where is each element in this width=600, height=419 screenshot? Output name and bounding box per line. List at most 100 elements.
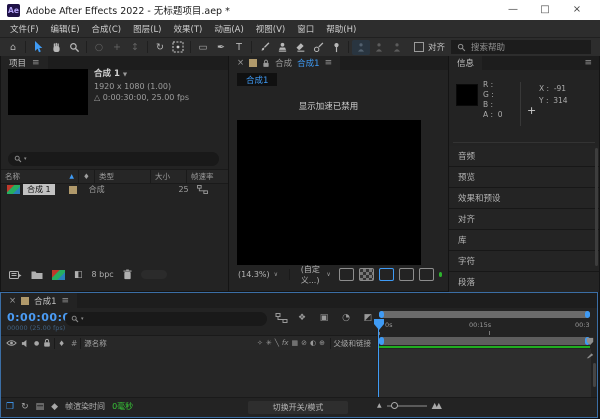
orbit-camera-tool[interactable]: ○ xyxy=(90,40,108,55)
panel-tab-paragraph[interactable]: 段落 xyxy=(449,272,599,293)
menu-item-layer[interactable]: 图层(L) xyxy=(127,23,167,35)
close-icon[interactable]: × xyxy=(9,296,16,306)
layer-number-column[interactable]: # xyxy=(71,339,77,348)
panel-menu-icon[interactable]: ≡ xyxy=(62,296,70,306)
panel-tab-effects-presets[interactable]: 效果和预设 xyxy=(449,188,599,209)
roto-brush-tool[interactable] xyxy=(309,40,327,55)
column-type[interactable]: 类型 xyxy=(94,170,150,183)
quality-switch-icon[interactable]: ╲ xyxy=(273,339,280,347)
panel-tab-libraries[interactable]: 库 xyxy=(449,230,599,251)
menu-item-help[interactable]: 帮助(H) xyxy=(320,23,362,35)
toggle-switches-modes-button[interactable]: 切换开关/模式 xyxy=(248,401,348,414)
work-area-bar[interactable] xyxy=(379,337,590,345)
pan-camera-tool[interactable]: + xyxy=(108,40,126,55)
motion-blur-switch-icon[interactable]: ⊘ xyxy=(300,339,309,347)
trash-icon[interactable] xyxy=(123,269,132,280)
label-color-swatch[interactable] xyxy=(69,186,77,194)
viewer-comp-subtab[interactable]: 合成1 xyxy=(237,73,277,86)
menu-item-composition[interactable]: 合成(C) xyxy=(86,23,128,35)
timeline-search-field[interactable]: ▾ xyxy=(65,312,267,326)
snapshot-icon[interactable] xyxy=(339,268,354,281)
zoom-tool[interactable] xyxy=(65,40,83,55)
collapse-switch-icon[interactable]: ✳ xyxy=(264,339,273,347)
close-icon[interactable]: × xyxy=(237,58,244,68)
frame-blend-global-icon[interactable]: ▤ xyxy=(36,402,45,412)
tab-info[interactable]: 信息 xyxy=(449,56,482,70)
tab-project[interactable]: 项目 ≡ xyxy=(1,56,48,70)
comp-marker-bin-icon[interactable] xyxy=(586,351,594,359)
transparency-grid-icon[interactable] xyxy=(359,268,374,281)
dolly-camera-tool[interactable]: ↕ xyxy=(126,40,144,55)
panel-tab-audio[interactable]: 音频 xyxy=(449,146,599,167)
puppet-person-tool-1[interactable] xyxy=(352,40,370,55)
work-area-start-handle[interactable] xyxy=(379,337,384,345)
snap-checkbox[interactable] xyxy=(414,42,424,52)
column-size[interactable]: 大小 xyxy=(150,170,186,183)
panel-menu-icon[interactable]: ≡ xyxy=(584,58,592,68)
label-column-icon[interactable]: ♦ xyxy=(58,339,65,348)
scrollbar[interactable] xyxy=(595,148,598,266)
interpret-footage-icon[interactable] xyxy=(9,270,22,280)
puppet-person-tool-3[interactable] xyxy=(388,40,406,55)
home-tool[interactable]: ⌂ xyxy=(4,40,22,55)
panel-tab-preview[interactable]: 预览 xyxy=(449,167,599,188)
eraser-tool[interactable] xyxy=(291,40,309,55)
panel-menu-icon[interactable]: ≡ xyxy=(325,58,333,68)
puppet-person-tool-2[interactable] xyxy=(370,40,388,55)
motion-blur-global-icon[interactable]: ◆ xyxy=(51,402,58,412)
column-name[interactable]: 名称 ▲ xyxy=(1,170,78,183)
zoom-slider-handle[interactable] xyxy=(391,402,398,409)
zoom-slider-track[interactable] xyxy=(387,405,427,407)
menu-item-animation[interactable]: 动画(A) xyxy=(208,23,249,35)
comp-shield-icon[interactable] xyxy=(586,337,594,346)
table-row[interactable]: 合成 1 合成 25 xyxy=(1,183,228,196)
type-tool[interactable]: T xyxy=(230,40,248,55)
menu-item-view[interactable]: 视图(V) xyxy=(250,23,291,35)
puppet-pin-tool[interactable] xyxy=(327,40,345,55)
shy-switch-icon[interactable]: ✧ xyxy=(255,339,264,347)
navigator-start-handle[interactable] xyxy=(379,311,384,318)
solo-icon[interactable]: ● xyxy=(34,340,39,347)
fx-switch-icon[interactable]: fx xyxy=(280,339,290,347)
column-framerate[interactable]: 帧速率 xyxy=(186,170,228,183)
zoom-in-mountains-icon[interactable]: ▲▲ xyxy=(432,401,440,410)
composition-viewport[interactable] xyxy=(237,120,421,265)
panel-tab-character[interactable]: 字符 xyxy=(449,251,599,272)
zoom-out-mountain-icon[interactable]: ▲ xyxy=(377,402,382,409)
menu-item-file[interactable]: 文件(F) xyxy=(4,23,45,35)
draft-3d-icon[interactable]: ❖ xyxy=(294,313,310,323)
minimize-button[interactable]: — xyxy=(497,0,529,20)
track-area[interactable] xyxy=(378,349,591,397)
brush-tool[interactable] xyxy=(255,40,273,55)
time-navigator-bar[interactable] xyxy=(379,311,590,318)
rotate-tool[interactable]: ↻ xyxy=(151,40,169,55)
playhead-marker[interactable] xyxy=(374,319,384,330)
resolution-dropdown[interactable]: (自定义...) ∨ xyxy=(298,268,334,281)
adjustment-switch-icon[interactable]: ◐ xyxy=(309,339,318,347)
new-composition-icon[interactable] xyxy=(52,270,65,280)
tab-timeline-comp[interactable]: × 合成1 ≡ xyxy=(1,293,77,308)
help-search-field[interactable]: 搜索帮助 xyxy=(451,40,591,54)
playhead-line[interactable] xyxy=(378,329,379,397)
auto-keyframe-icon[interactable]: ↻ xyxy=(21,402,29,412)
rectangle-tool[interactable]: ▭ xyxy=(194,40,212,55)
menu-item-effect[interactable]: 效果(T) xyxy=(168,23,209,35)
mini-flowchart-icon[interactable] xyxy=(275,313,288,323)
pan-behind-tool[interactable] xyxy=(169,40,187,55)
project-search-field[interactable]: ▾ xyxy=(8,152,219,166)
color-depth-button[interactable]: 8 bpc xyxy=(92,270,114,279)
selection-tool[interactable] xyxy=(29,40,47,55)
tab-composition[interactable]: × 合成 合成1 ≡ xyxy=(229,56,340,70)
maximize-button[interactable]: □ xyxy=(529,0,561,20)
lock-icon[interactable] xyxy=(262,59,270,68)
threed-switch-icon[interactable]: ⊕ xyxy=(318,339,327,347)
frame-blend-switch-icon[interactable]: ▦ xyxy=(290,339,300,347)
guides-icon[interactable] xyxy=(419,268,434,281)
scrollbar[interactable] xyxy=(593,363,596,387)
zoom-dropdown[interactable]: (14.3%) ∨ xyxy=(235,268,281,281)
navigator-end-handle[interactable] xyxy=(585,311,590,318)
motion-blur-icon[interactable]: ◔ xyxy=(338,313,354,323)
menu-item-edit[interactable]: 编辑(E) xyxy=(45,23,86,35)
live-update-icon[interactable]: ❐ xyxy=(6,402,14,412)
parent-link-column[interactable]: 父级和链接 xyxy=(334,338,372,349)
